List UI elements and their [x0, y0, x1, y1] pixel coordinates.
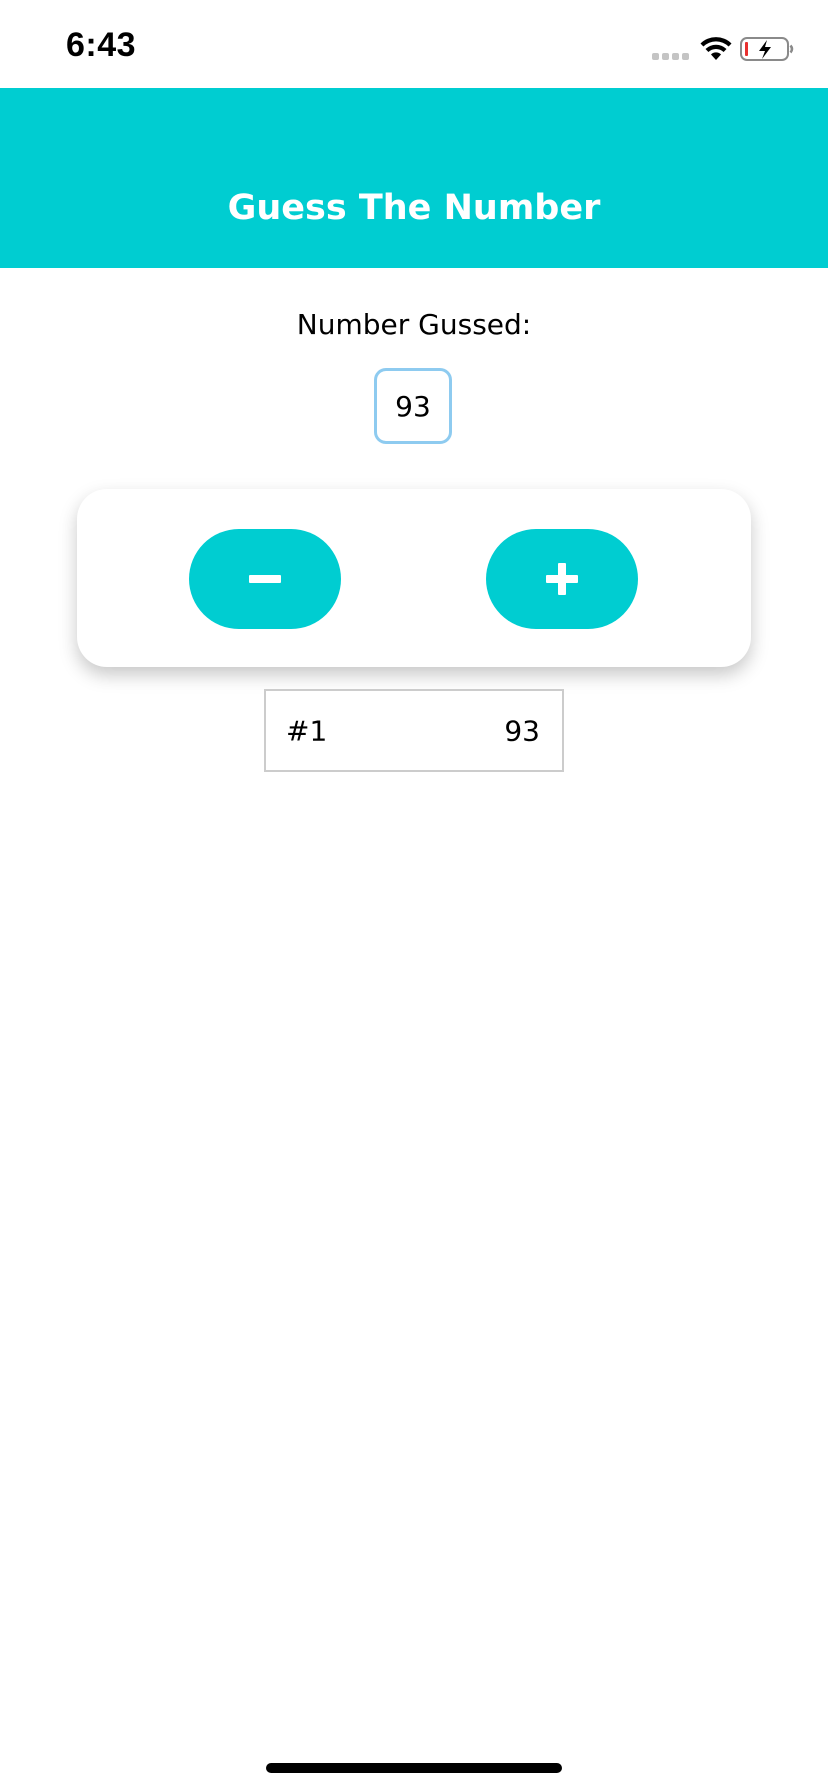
home-indicator[interactable]	[266, 1763, 562, 1773]
controls-card	[77, 489, 751, 667]
history-list-item: #1 93	[264, 689, 564, 772]
history-item-value: 93	[504, 714, 540, 747]
battery-charging-icon	[740, 37, 794, 61]
current-guess-display: 93	[374, 368, 452, 444]
status-bar: 6:43	[0, 0, 828, 88]
number-guessed-label: Number Gussed:	[296, 308, 532, 341]
plus-icon	[546, 563, 578, 595]
app-screen: 6:43 Guess The Number Number Gussed: 93	[0, 0, 828, 1792]
app-header: Guess The Number	[0, 88, 828, 268]
cellular-signal-icon	[652, 53, 689, 60]
status-time: 6:43	[66, 26, 137, 64]
history-item-index: #1	[286, 714, 328, 747]
increment-button[interactable]	[486, 529, 638, 629]
wifi-icon	[700, 37, 732, 60]
page-title: Guess The Number	[227, 188, 601, 228]
minus-icon	[249, 575, 281, 583]
decrement-button[interactable]	[189, 529, 341, 629]
